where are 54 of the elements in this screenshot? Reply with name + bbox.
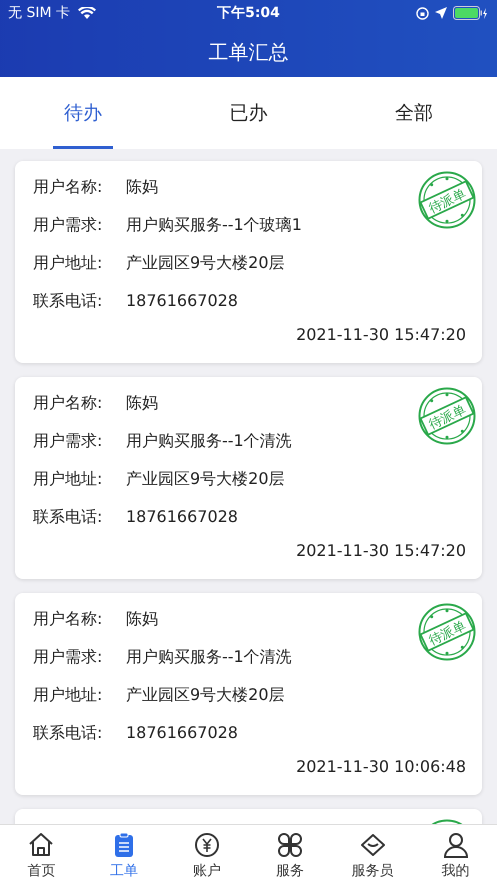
field-value: 用户购买服务--1个玻璃1	[126, 214, 302, 236]
tab[interactable]: 已办	[166, 77, 332, 149]
field-value: 用户购买服务--1个清洗	[126, 430, 292, 452]
field-value: 陈妈	[126, 392, 158, 414]
field-value: 产业园区9号大楼20层	[126, 684, 285, 706]
diamond-icon	[358, 831, 387, 859]
field-label: 用户名称:	[33, 176, 104, 198]
field-value: 用户购买服务--1个清洗	[126, 646, 292, 668]
nav-tab[interactable]: 服务	[248, 825, 332, 883]
four-petal-icon	[276, 831, 304, 859]
nav-tab[interactable]: 服务员	[331, 825, 414, 883]
order-card[interactable]: 待派单 用户名称: 陈妈 用户需求: 用户购买服务--1个玻璃1 用户地址: 产业园区9号大楼20层 联系电话: 18761667028 2021-11-30 15:47:20	[15, 161, 482, 363]
field-value: 陈妈	[126, 608, 158, 630]
field-label: 联系电话:	[33, 506, 104, 528]
yen-coin-icon	[193, 831, 222, 859]
nav-tab[interactable]: 工单	[82, 825, 166, 883]
field-value: 18761667028	[126, 722, 238, 744]
carrier-text: 无 SIM 卡	[8, 4, 70, 22]
stamp-text: 待派单	[426, 618, 468, 648]
field-label: 联系电话:	[33, 290, 104, 312]
tab[interactable]: 全部	[331, 77, 497, 149]
field-value: 陈妈	[126, 176, 158, 198]
field-value: 18761667028	[126, 290, 238, 312]
order-card[interactable]: 待派单 用户名称: 陈妈 用户需求: 用户购买服务--1个清洗 用户地址: 产业园区9号大楼20层 联系电话: 18761667028 2021-11-30 10:06:48	[15, 593, 482, 795]
nav-tab[interactable]: 账户	[166, 825, 248, 883]
order-time: 2021-11-30 10:06:48	[296, 757, 466, 776]
clock-text: 下午5:04	[217, 4, 280, 22]
field-label: 用户地址:	[33, 468, 104, 490]
order-card[interactable]: 待派单 用户名称: 陈妈 用户需求: 用户购买服务--1个清洗 用户地址: 产业园区9号大楼20层 联系电话: 18761667028 2021-11-30 15:47:20	[15, 377, 482, 579]
rotation-lock-icon	[416, 6, 429, 20]
field-label: 用户地址:	[33, 252, 104, 274]
field-label: 用户名称:	[33, 392, 104, 414]
nav-tab[interactable]: 首页	[0, 825, 83, 883]
page-title: 工单汇总	[208, 38, 288, 66]
field-value: 18761667028	[126, 506, 238, 528]
home-icon	[27, 831, 56, 859]
order-time: 2021-11-30 15:47:20	[296, 541, 466, 560]
field-label: 用户需求:	[33, 646, 104, 668]
field-label: 用户需求:	[33, 430, 104, 452]
field-value: 产业园区9号大楼20层	[126, 252, 285, 274]
stamp-text: 待派单	[426, 402, 468, 432]
field-label: 用户地址:	[33, 684, 104, 706]
order-time: 2021-11-30 15:47:20	[296, 325, 466, 344]
battery-icon	[453, 6, 489, 20]
person-icon	[442, 831, 470, 859]
tab[interactable]: 待办	[0, 77, 166, 149]
field-label: 用户名称:	[33, 608, 104, 630]
wifi-icon	[78, 6, 96, 20]
field-label: 用户需求:	[33, 214, 104, 236]
nav-tab[interactable]: 我的	[414, 825, 497, 883]
location-icon	[435, 7, 447, 19]
stamp-text: 待派单	[426, 186, 468, 216]
field-label: 联系电话:	[33, 722, 104, 744]
field-value: 产业园区9号大楼20层	[126, 468, 285, 490]
